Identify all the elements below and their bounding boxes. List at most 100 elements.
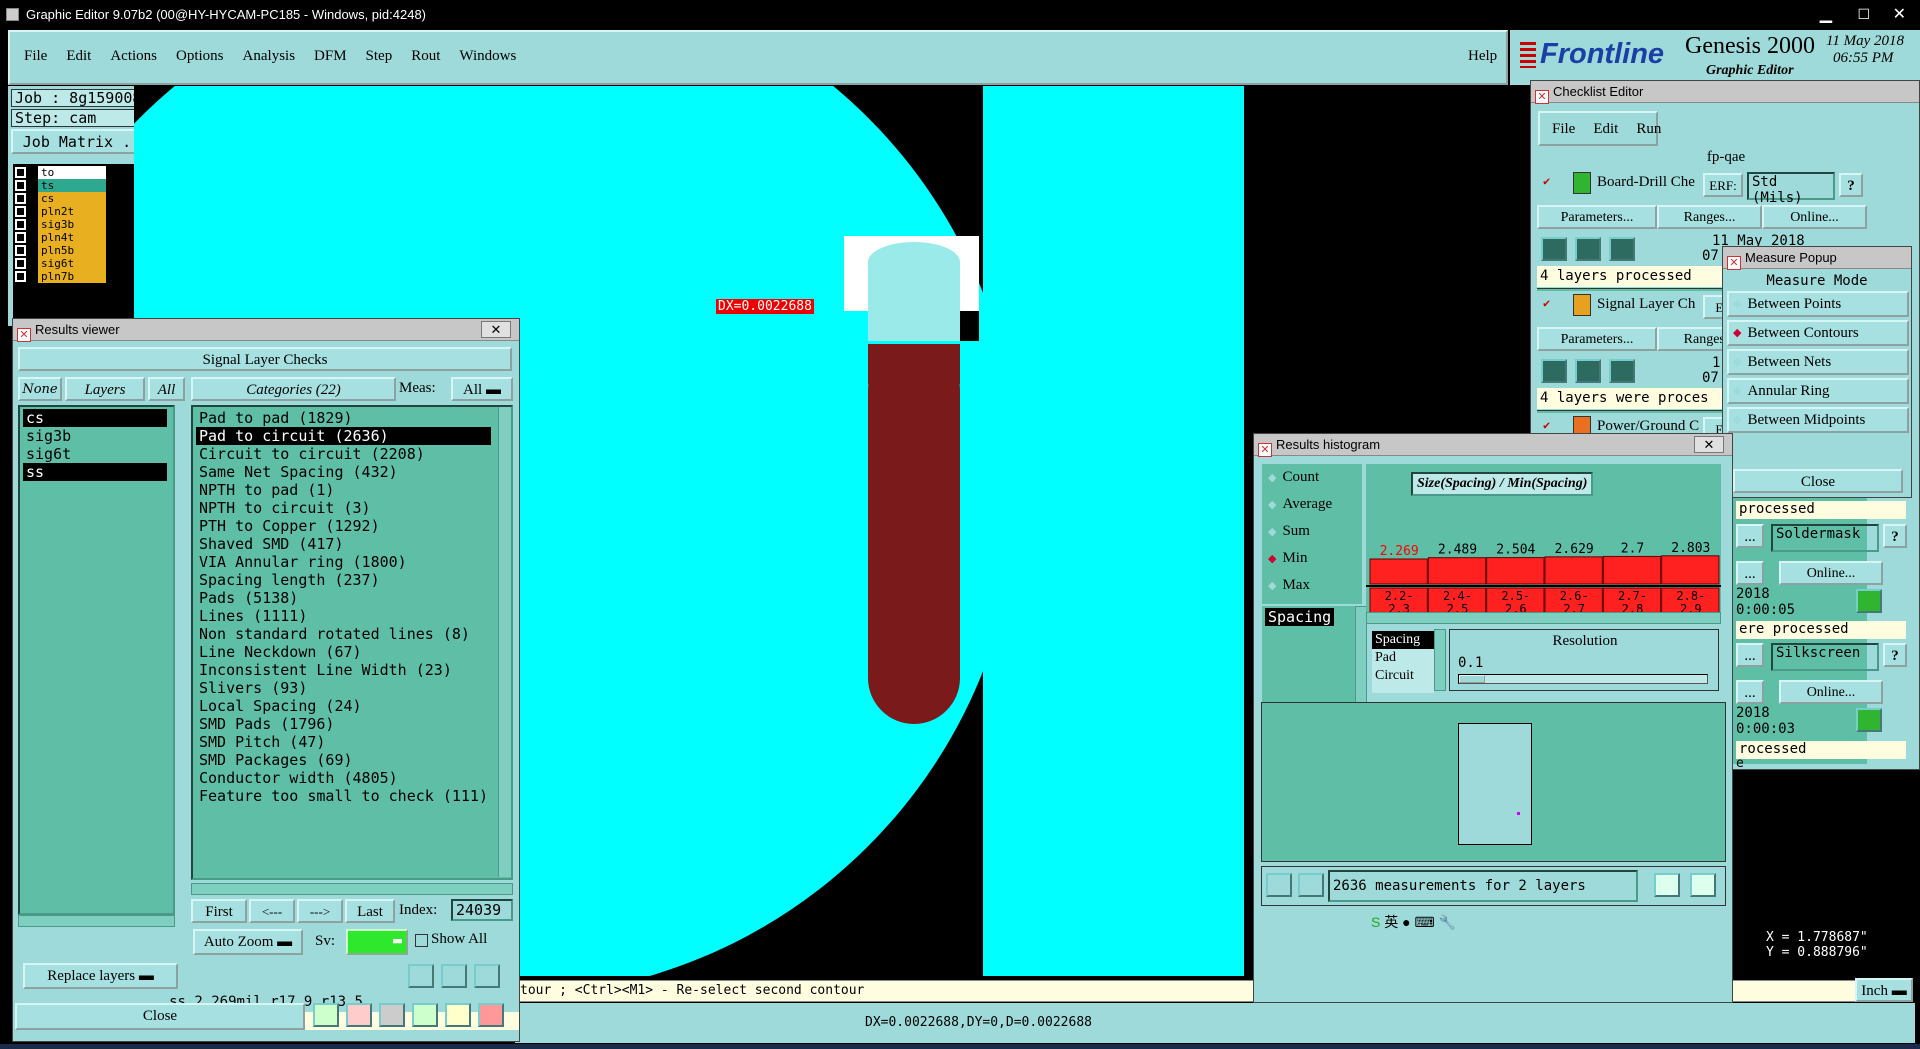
chart-icon[interactable] bbox=[313, 1003, 339, 1027]
auto-zoom-select[interactable]: Auto Zoom ▬ bbox=[193, 929, 303, 955]
category-item[interactable]: Pad to circuit (2636) bbox=[196, 427, 491, 445]
category-item[interactable]: Non standard rotated lines (8) bbox=[196, 625, 491, 643]
layer-row[interactable]: pln4t bbox=[15, 231, 141, 244]
filter-icon[interactable] bbox=[379, 1003, 405, 1027]
categories-scrollbar[interactable] bbox=[498, 407, 511, 877]
menu-step[interactable]: Step bbox=[366, 48, 393, 65]
help-icon[interactable]: ? bbox=[1883, 524, 1907, 548]
graph-icon[interactable] bbox=[1654, 873, 1680, 897]
graph-icon[interactable] bbox=[1690, 873, 1716, 897]
online-button-3[interactable]: Online... bbox=[1779, 561, 1883, 585]
item1-params-button[interactable]: Parameters... bbox=[1537, 205, 1657, 229]
layer-checkbox[interactable] bbox=[15, 232, 26, 243]
ref-icon[interactable] bbox=[1298, 873, 1324, 897]
layer-row[interactable]: ts bbox=[15, 179, 141, 192]
layer-row[interactable]: pln5b bbox=[15, 244, 141, 257]
histogram-icon[interactable] bbox=[478, 1003, 504, 1027]
zoom-icon[interactable] bbox=[1856, 589, 1882, 613]
item1-erf-field[interactable]: Std (Mils) bbox=[1747, 172, 1835, 206]
mode-option[interactable]: ◆ Average bbox=[1262, 491, 1362, 518]
item1-check-icon[interactable]: ✔ bbox=[1543, 174, 1550, 188]
mode-option[interactable]: ◆ Min bbox=[1262, 545, 1362, 572]
category-item[interactable]: Shaved SMD (417) bbox=[196, 535, 491, 553]
row-dots-button[interactable]: ... bbox=[1736, 524, 1764, 548]
category-item[interactable]: NPTH to pad (1) bbox=[196, 481, 491, 499]
mode-option[interactable]: ◆ Count bbox=[1262, 464, 1362, 491]
item1-erf-button[interactable]: ERF: bbox=[1703, 173, 1743, 197]
first-button[interactable]: First bbox=[191, 899, 247, 923]
row-dots-button[interactable]: ... bbox=[1736, 561, 1764, 585]
maximize-icon[interactable]: ☐ bbox=[1857, 0, 1870, 29]
online-button-4[interactable]: Online... bbox=[1779, 680, 1883, 704]
export-icon[interactable] bbox=[412, 1003, 438, 1027]
category-item[interactable]: Conductor width (4805) bbox=[196, 769, 491, 787]
rv-layer-item[interactable]: sig6t bbox=[23, 445, 167, 463]
run-icon[interactable] bbox=[1575, 359, 1601, 383]
rv-layer-item[interactable]: sig3b bbox=[23, 427, 167, 445]
menu-file[interactable]: File bbox=[24, 48, 47, 65]
types-scrollbar[interactable] bbox=[1434, 629, 1446, 691]
layer-checkbox[interactable] bbox=[15, 193, 26, 204]
layer-row[interactable]: to bbox=[15, 166, 141, 179]
run-icon[interactable] bbox=[1541, 359, 1567, 383]
category-item[interactable]: Lines (1111) bbox=[196, 607, 491, 625]
run-icon[interactable] bbox=[1609, 237, 1635, 261]
measure-option[interactable]: ◆ Between Contours bbox=[1727, 320, 1909, 346]
category-item[interactable]: Circuit to circuit (2208) bbox=[196, 445, 491, 463]
layers-button[interactable]: Layers bbox=[65, 377, 145, 401]
all-button[interactable]: All bbox=[148, 377, 185, 401]
histogram-bar[interactable] bbox=[1544, 556, 1603, 585]
close-icon[interactable]: ✕ bbox=[1893, 0, 1906, 29]
run-icon[interactable] bbox=[1575, 237, 1601, 261]
category-item[interactable]: SMD Pitch (47) bbox=[196, 733, 491, 751]
run-icon[interactable] bbox=[1541, 237, 1567, 261]
category-item[interactable]: NPTH to circuit (3) bbox=[196, 499, 491, 517]
checklist-menu-edit[interactable]: Edit bbox=[1593, 121, 1618, 144]
layer-checkbox[interactable] bbox=[15, 245, 26, 256]
minimize-icon[interactable]: ▁ bbox=[1820, 0, 1832, 29]
prev-button[interactable]: <--- bbox=[249, 899, 295, 923]
measure-option[interactable]: ◆ Between Points bbox=[1727, 291, 1909, 317]
report-icon[interactable] bbox=[346, 1003, 372, 1027]
menu-analysis[interactable]: Analysis bbox=[243, 48, 296, 65]
show-all-checkbox[interactable] bbox=[415, 934, 428, 947]
layer-row[interactable]: sig3b bbox=[15, 218, 141, 231]
layer-checkbox[interactable] bbox=[15, 167, 26, 178]
category-item[interactable]: Line Neckdown (67) bbox=[196, 643, 491, 661]
layer-checkbox[interactable] bbox=[15, 271, 26, 282]
menu-actions[interactable]: Actions bbox=[110, 48, 157, 65]
mode-option[interactable]: ◆ Max bbox=[1262, 572, 1362, 599]
meas-select[interactable]: All ▬ bbox=[451, 377, 513, 401]
zoom-icon[interactable] bbox=[1856, 708, 1882, 732]
mode-option[interactable]: ◆ Sum bbox=[1262, 518, 1362, 545]
menu-windows[interactable]: Windows bbox=[459, 48, 516, 65]
measure-option[interactable]: ◆ Between Midpoints bbox=[1727, 407, 1909, 433]
unit-select[interactable]: Inch ▬ bbox=[1855, 978, 1913, 1002]
undo-icon[interactable] bbox=[474, 964, 500, 988]
del-icon[interactable] bbox=[1266, 873, 1292, 897]
type-item[interactable]: Pad bbox=[1372, 649, 1434, 667]
results-viewer-close-icon[interactable]: ✕ bbox=[481, 321, 511, 338]
category-item[interactable]: SMD Pads (1796) bbox=[196, 715, 491, 733]
histogram-close-icon[interactable]: ✕ bbox=[1694, 436, 1724, 453]
item2-check-icon[interactable]: ✔ bbox=[1543, 296, 1550, 310]
type-item[interactable]: Spacing bbox=[1372, 631, 1434, 649]
spacing-item[interactable]: Spacing bbox=[1265, 608, 1335, 626]
help-icon[interactable]: ? bbox=[1839, 173, 1863, 197]
list-icon[interactable] bbox=[445, 1003, 471, 1027]
layer-row[interactable]: pln7b bbox=[15, 270, 141, 283]
category-item[interactable]: Pad to pad (1829) bbox=[196, 409, 491, 427]
chart-hscrollbar[interactable] bbox=[1366, 612, 1721, 624]
menu-rout[interactable]: Rout bbox=[411, 48, 440, 65]
replace-layers-select[interactable]: Replace layers ▬ bbox=[23, 963, 178, 989]
item1-ranges-button[interactable]: Ranges... bbox=[1657, 205, 1762, 229]
categories-hscrollbar[interactable] bbox=[191, 883, 513, 895]
index-field[interactable]: 24039 bbox=[451, 899, 513, 921]
del-icon[interactable] bbox=[408, 964, 434, 988]
category-item[interactable]: Local Spacing (24) bbox=[196, 697, 491, 715]
run-icon[interactable] bbox=[1609, 359, 1635, 383]
layer-checkbox[interactable] bbox=[15, 180, 26, 191]
rv-layer-item[interactable]: cs bbox=[23, 409, 167, 427]
help-icon[interactable]: ? bbox=[1883, 643, 1907, 667]
sv-color-select[interactable]: ▬ bbox=[346, 929, 408, 955]
